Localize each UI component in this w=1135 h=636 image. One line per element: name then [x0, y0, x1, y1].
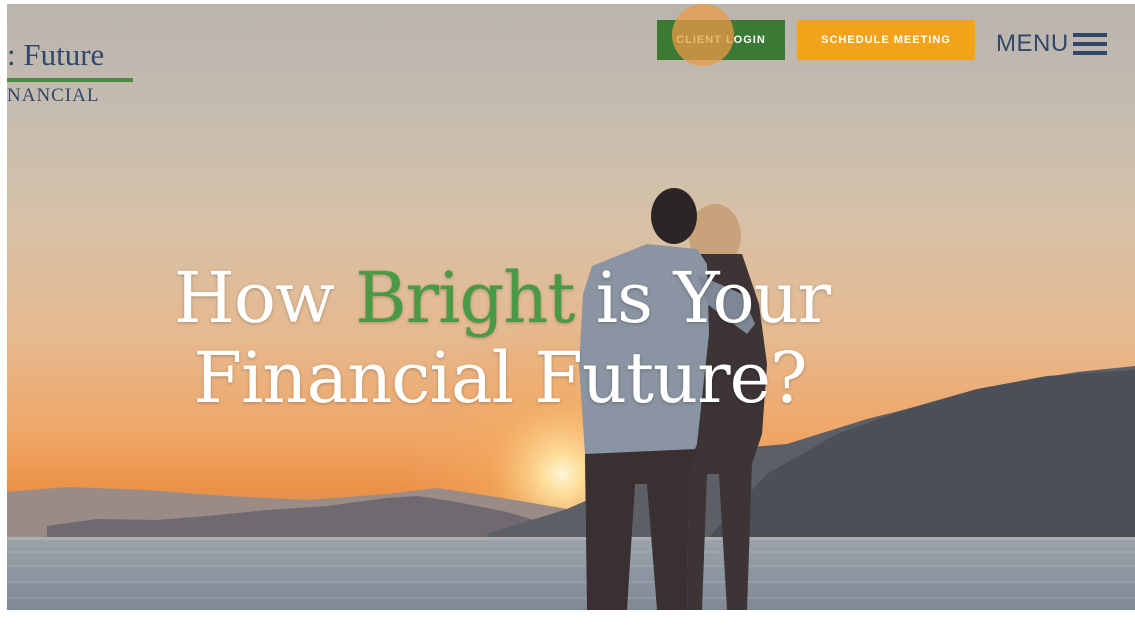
menu-button[interactable]: MENU	[996, 28, 1107, 60]
headline-line2: Financial Future?	[193, 337, 807, 419]
hero-headline: How Bright is Your Financial Future?	[0, 258, 1000, 418]
logo-text-line2: NANCIAL	[7, 85, 100, 106]
headline-part1: How	[173, 257, 356, 339]
hamburger-icon	[1072, 33, 1107, 55]
menu-label: MENU	[996, 30, 1069, 57]
site-logo[interactable]: : Future NANCIAL	[7, 38, 137, 108]
headline-accent: Bright	[355, 257, 575, 339]
logo-rule	[7, 78, 133, 82]
page: : Future NANCIAL CLIENT LOGIN SCHEDULE M…	[0, 0, 1135, 636]
schedule-meeting-button[interactable]: SCHEDULE MEETING	[797, 20, 975, 60]
client-login-button[interactable]: CLIENT LOGIN	[657, 20, 785, 60]
logo-text-line1: : Future	[7, 37, 105, 72]
headline-line1: How Bright is Your	[0, 258, 1000, 338]
bottom-strip	[0, 610, 1135, 636]
headline-part2: is Your	[574, 257, 831, 339]
